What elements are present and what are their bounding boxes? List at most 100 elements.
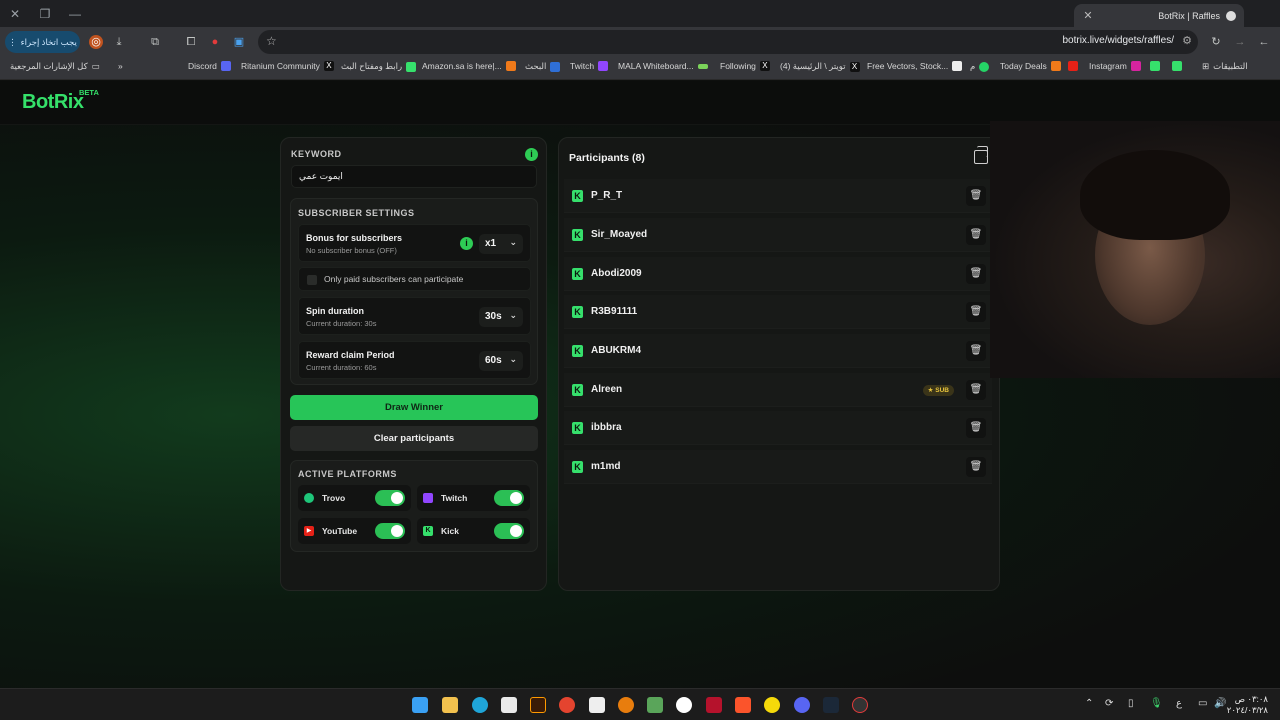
close-window-icon[interactable]: ✕ (7, 6, 23, 22)
youtube-toggle[interactable] (375, 523, 405, 539)
illustrator-icon[interactable] (530, 697, 546, 713)
participant-row: K m1md 🗑 (564, 450, 992, 484)
bookmark-search[interactable]: البحث (525, 61, 561, 72)
kick-bookmark-icon[interactable] (1150, 61, 1160, 71)
clock-time: ٠٣:٠٨ ص (1234, 694, 1268, 704)
minecraft-icon[interactable] (647, 697, 663, 713)
apps-grid-icon: ⊞ (1202, 61, 1210, 71)
trash-icon[interactable]: 🗑 (966, 341, 986, 361)
back-icon[interactable]: ← (1257, 35, 1271, 49)
steam-icon[interactable] (823, 697, 839, 713)
bookmark-ritanium[interactable]: Ritanium Community X (241, 61, 334, 71)
trash-icon[interactable]: 🗑 (966, 225, 986, 245)
kick-icon: K (572, 345, 583, 357)
forward-icon[interactable]: → (1233, 35, 1247, 49)
bookmark-free-vectors[interactable]: Free Vectors, Stock... (867, 61, 963, 71)
bookmark-amazon[interactable]: Amazon.sa is here|... (422, 61, 516, 71)
7zip-icon[interactable] (589, 697, 605, 713)
bookmark-apps[interactable]: ⊞ التطبيقات (1202, 61, 1248, 72)
bookmark-twitter-home[interactable]: تويتر \ الرئيسية (4) X (780, 61, 860, 72)
bookmark-instagram[interactable]: Instagram (1089, 61, 1141, 71)
download-icon[interactable]: ⤓ (112, 35, 126, 49)
bonus-dropdown[interactable]: x1 ⌄ (479, 234, 523, 254)
obs-icon[interactable] (852, 697, 868, 713)
trovo-toggle[interactable] (375, 490, 405, 506)
mic-icon[interactable]: 🎙 (1150, 698, 1163, 709)
volume-icon[interactable]: 🔊 (1214, 698, 1226, 709)
clear-participants-button[interactable]: Clear participants (290, 426, 538, 451)
reward-claim-dropdown[interactable]: 60s ⌄ (479, 351, 523, 371)
kick-bookmark-icon-2[interactable] (1172, 61, 1182, 71)
all-bookmarks[interactable]: كل الإشارات المرجعية ▭ (10, 61, 100, 72)
chevron-down-icon: ⌄ (509, 354, 517, 364)
info-icon[interactable]: i (525, 148, 538, 161)
bookmark-today-deals[interactable]: Today Deals (1000, 61, 1061, 71)
search-site-icon (550, 61, 561, 72)
reload-icon[interactable]: ↻ (1209, 35, 1223, 49)
only-paid-row[interactable]: Only paid subscribers can participate (298, 267, 531, 291)
action-required-button[interactable]: ⋮ يجب اتخاذ إجراء (5, 31, 80, 53)
keyword-input[interactable]: ايموت عمي (291, 165, 537, 188)
clock[interactable]: ٠٣:٠٨ ص ٢٠٢٤/٠٣/٢٨ (1227, 694, 1268, 716)
platform-kick: K Kick (417, 518, 530, 544)
bookmark-label: Free Vectors, Stock... (867, 61, 949, 71)
file-explorer-icon[interactable] (442, 697, 458, 713)
trash-icon[interactable]: 🗑 (966, 264, 986, 284)
address-bar[interactable]: ☆ botrix.live/widgets/raffles/ ⚙ (258, 30, 1198, 54)
bookmark-label: Twitch (570, 61, 595, 71)
bookmark-stream-key[interactable]: رابط ومفتاح البث (341, 61, 417, 72)
minimize-window-icon[interactable]: — (67, 6, 83, 22)
bookmark-whatsapp[interactable]: م (970, 61, 990, 72)
trash-icon[interactable]: 🗑 (966, 380, 986, 400)
draw-winner-button[interactable]: Draw Winner (290, 395, 538, 420)
screenshot-icon[interactable]: ⧉ (148, 35, 162, 49)
trash-icon[interactable]: 🗑 (966, 457, 986, 477)
twitch-toggle[interactable] (494, 490, 524, 506)
bookmarks-overflow-icon[interactable]: » (118, 61, 123, 71)
bookmark-twitch[interactable]: Twitch (570, 61, 609, 71)
usb-icon[interactable]: ▯ (1128, 698, 1134, 709)
discord-icon[interactable] (794, 697, 810, 713)
bookmark-label: Ritanium Community (241, 61, 320, 71)
extension-red-icon[interactable]: ● (208, 35, 222, 49)
close-tab-icon[interactable]: ✕ (1082, 9, 1094, 22)
kick-toggle[interactable] (494, 523, 524, 539)
sync-icon[interactable]: ⟳ (1105, 698, 1113, 709)
blender-icon[interactable] (618, 697, 634, 713)
brave-icon[interactable] (735, 697, 751, 713)
affinity-icon[interactable] (706, 697, 722, 713)
trash-icon[interactable]: 🗑 (966, 186, 986, 206)
kick-icon (1150, 61, 1160, 71)
reward-value: 60s (485, 355, 502, 366)
app-icon[interactable] (676, 697, 692, 713)
chrome-icon[interactable] (559, 697, 575, 713)
store-icon[interactable] (501, 697, 517, 713)
x-icon: X (323, 61, 334, 71)
extension-blue-icon[interactable]: ▣ (232, 35, 246, 49)
extension-icon[interactable]: ◎ (89, 35, 103, 49)
tray-chevron-icon[interactable]: ⌃ (1085, 698, 1093, 709)
youtube-bookmark-icon[interactable] (1068, 61, 1078, 71)
bookmark-discord[interactable]: Discord (188, 61, 231, 71)
media-player-icon[interactable] (764, 697, 780, 713)
botrix-logo[interactable]: BotRix (22, 91, 84, 114)
browser-tab[interactable]: ✕ BotRix | Raffles (1074, 4, 1244, 27)
bookmark-star-icon[interactable]: ☆ (266, 34, 277, 48)
bookmark-label: البحث (525, 61, 547, 71)
kick-icon: K (572, 461, 583, 473)
bookmark-following[interactable]: Following X (720, 61, 770, 71)
restore-window-icon[interactable]: ❐ (37, 6, 53, 22)
trash-icon[interactable]: 🗑 (966, 418, 986, 438)
site-settings-icon[interactable]: ⚙ (1182, 34, 1192, 47)
language-indicator[interactable]: ع (1176, 698, 1182, 709)
bookmark-whiteboard[interactable]: MALA Whiteboard... (618, 61, 708, 71)
trash-icon[interactable]: 🗑 (966, 302, 986, 322)
spin-duration-dropdown[interactable]: 30s ⌄ (479, 307, 523, 327)
copy-icon[interactable] (974, 146, 988, 164)
bonus-info-icon[interactable]: i (460, 237, 473, 250)
edge-icon[interactable] (472, 697, 488, 713)
extensions-puzzle-icon[interactable]: ⧠ (184, 35, 198, 49)
network-icon[interactable]: ▭ (1198, 698, 1207, 709)
only-paid-checkbox[interactable] (307, 275, 317, 285)
windows-start-icon[interactable] (412, 697, 428, 713)
